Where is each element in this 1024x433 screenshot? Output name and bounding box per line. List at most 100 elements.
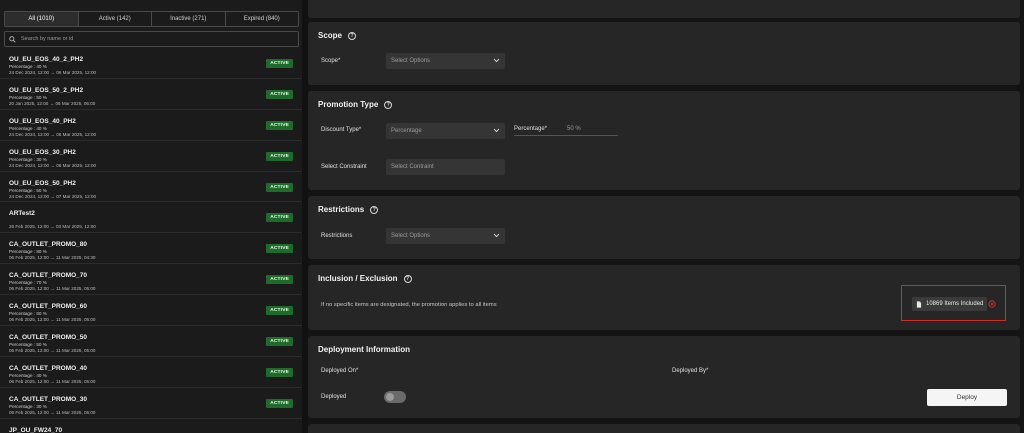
- help-icon[interactable]: ?: [403, 274, 412, 283]
- list-item[interactable]: CA_OUTLET_PROMO_60 Percentage : 60 % 06 Fe…: [0, 295, 302, 327]
- items-included-button[interactable]: 10869 Items Included: [912, 297, 988, 311]
- constraint-select-value: Select Contraint: [391, 164, 434, 170]
- help-icon[interactable]: ?: [370, 205, 379, 214]
- list-item[interactable]: JP_OU_FW24_70: [0, 419, 302, 433]
- list-item[interactable]: OU_EU_EOS_30_PH2 Percentage : 30 % 24 Dec …: [0, 141, 302, 172]
- promotion-dates: 20 Jan 2025, 12:00 → 06 Mar 2025, 06:00: [9, 100, 96, 106]
- deploy-button[interactable]: Deploy: [927, 389, 1007, 406]
- tab-active[interactable]: Active (142): [79, 12, 152, 26]
- search-input[interactable]: [21, 36, 281, 42]
- promotion-list: OU_EU_EOS_40_2_PH2 Percentage : 40 % 24 De…: [0, 48, 302, 433]
- promotions-screen: All (1010) Active (142) Inactive (271) E…: [0, 0, 1024, 433]
- restrictions-title-text: Restrictions: [318, 205, 365, 214]
- restrictions-select-value: Select Options: [391, 233, 431, 239]
- promotion-dates: 06 Feb 2025, 12:00 → 11 Mar 2025, 05:00: [9, 378, 96, 384]
- inclusion-title-text: Inclusion / Exclusion: [318, 274, 398, 283]
- status-badge: ACTIVE: [266, 275, 293, 285]
- deployed-toggle[interactable]: [384, 391, 406, 403]
- inclusion-note: If no specific items are designated, the…: [321, 302, 497, 308]
- list-item[interactable]: CA_OUTLET_PROMO_40 Percentage : 40 % 06 Fe…: [0, 357, 302, 388]
- promotion-dates: 06 Feb 2025, 12:00 → 11 Mar 2025, 05:00: [9, 286, 96, 292]
- promotion-detail: Percentage : 40 %: [9, 125, 47, 131]
- chevron-down-icon: [493, 233, 500, 238]
- scope-select[interactable]: Select Options: [386, 53, 505, 69]
- tab-all[interactable]: All (1010): [5, 12, 79, 26]
- constraint-label: Select Constraint: [321, 164, 367, 170]
- percentage-input[interactable]: 50 %: [514, 122, 618, 136]
- promotion-name: CA_OUTLET_PROMO_60: [9, 303, 88, 311]
- promotion-name: CA_OUTLET_PROMO_70: [9, 272, 88, 280]
- list-item[interactable]: CA_OUTLET_PROMO_70 Percentage : 70 % 06 Fe…: [0, 264, 302, 296]
- status-badge: ACTIVE: [266, 182, 293, 192]
- discount-type-value: Percentage: [391, 128, 422, 134]
- help-icon[interactable]: ?: [384, 100, 393, 109]
- discount-type-label: Discount Type*: [321, 127, 362, 133]
- constraint-select[interactable]: Select Contraint: [386, 159, 505, 175]
- promotion-dates: 24 Dec 2024, 12:00 → 06 Mar 2025, 12:00: [9, 131, 97, 137]
- promotion-name: CA_OUTLET_PROMO_40: [9, 364, 88, 372]
- status-badge: ACTIVE: [266, 244, 293, 254]
- promotion-name: CA_OUTLET_PROMO_50: [9, 334, 88, 342]
- scope-title-text: Scope: [318, 31, 343, 40]
- promotion-list-panel: All (1010) Active (142) Inactive (271) E…: [0, 0, 302, 433]
- status-badge: ACTIVE: [266, 89, 293, 99]
- list-item[interactable]: CA_OUTLET_PROMO_30 Percentage : 30 % 06 Fe…: [0, 388, 302, 419]
- status-badge: ACTIVE: [266, 213, 293, 223]
- status-badge: ACTIVE: [266, 59, 293, 68]
- promotion-detail: Percentage : 50 %: [9, 187, 47, 193]
- previous-section-card: [308, 0, 1020, 18]
- tab-expired[interactable]: Expired (840): [226, 12, 299, 26]
- promotion-type-title-text: Promotion Type: [318, 100, 379, 109]
- restrictions-select[interactable]: Select Options: [386, 228, 505, 244]
- status-badge: ACTIVE: [266, 151, 293, 161]
- scope-select-value: Select Options: [391, 58, 431, 64]
- document-icon: [916, 300, 922, 308]
- remove-icon[interactable]: [988, 300, 996, 308]
- list-item[interactable]: CA_OUTLET_PROMO_50 Percentage : 50 % 06 Fe…: [0, 326, 302, 357]
- scope-title: Scope ?: [318, 31, 357, 40]
- promotion-type-section: Promotion Type ? Discount Type* Percenta…: [308, 91, 1020, 190]
- status-badge: ACTIVE: [266, 306, 293, 316]
- list-item[interactable]: OU_EU_EOS_50_2_PH2 Percentage : 50 % 20 Ja…: [0, 79, 302, 110]
- promotion-name: OU_EU_EOS_50_PH2: [9, 179, 76, 187]
- help-icon[interactable]: ?: [348, 31, 357, 40]
- restrictions-label: Restrictions: [321, 233, 353, 239]
- chevron-down-icon: [493, 128, 500, 133]
- list-item[interactable]: CA_OUTLET_PROMO_80 Percentage : 80 % 06 Fe…: [0, 233, 302, 265]
- deployed-on-label: Deployed On*: [321, 368, 359, 374]
- scope-label: Scope*: [321, 58, 341, 64]
- list-item[interactable]: OU_EU_EOS_40_2_PH2 Percentage : 40 % 24 De…: [0, 48, 302, 79]
- promotion-detail: Percentage : 70 %: [9, 280, 47, 286]
- promotion-name: OU_EU_EOS_40_2_PH2: [9, 56, 84, 63]
- scope-section: Scope ? Scope* Select Options: [308, 22, 1020, 85]
- list-item[interactable]: ARTest2 26 Feb 2025, 12:00 → 03 Mar 2025,…: [0, 202, 302, 234]
- tab-inactive[interactable]: Inactive (271): [152, 12, 226, 26]
- next-section-card: [308, 424, 1020, 433]
- promotion-name: CA_OUTLET_PROMO_80: [9, 241, 88, 249]
- promotion-detail: Percentage : 40 %: [9, 64, 47, 69]
- search-icon: [9, 35, 16, 43]
- promotion-dates: 24 Dec 2024, 12:00 → 07 Mar 2025, 12:00: [9, 193, 97, 199]
- promotion-dates: 06 Feb 2025, 12:00 → 11 Mar 2025, 05:00: [9, 317, 96, 323]
- promotion-dates: 24 Dec 2024, 12:00 → 06 Mar 2025, 12:00: [9, 70, 97, 75]
- deployment-title: Deployment Information: [318, 345, 411, 354]
- promotion-name: JP_OU_FW24_70: [9, 426, 63, 433]
- chevron-down-icon: [493, 58, 500, 63]
- promotion-dates: 06 Feb 2025, 12:00 → 11 Mar 2025, 05:00: [9, 409, 96, 415]
- promotion-detail: Percentage : 30 %: [9, 156, 47, 162]
- promotion-detail: Percentage : 50 %: [9, 94, 47, 100]
- restrictions-title: Restrictions ?: [318, 205, 379, 214]
- promotion-dates: 06 Feb 2025, 12:00 → 11 Mar 2025, 05:00: [9, 348, 96, 354]
- inclusion-title: Inclusion / Exclusion ?: [318, 274, 412, 283]
- deployed-label: Deployed: [321, 394, 347, 400]
- promotion-name: OU_EU_EOS_30_PH2: [9, 148, 76, 156]
- list-item[interactable]: OU_EU_EOS_50_PH2 Percentage : 50 % 24 Dec …: [0, 172, 302, 203]
- promotion-detail-panel: Scope ? Scope* Select Options Promotion …: [308, 0, 1024, 433]
- filter-tabs: All (1010) Active (142) Inactive (271) E…: [4, 11, 299, 27]
- promotion-dates: 24 Dec 2024, 12:00 → 06 Mar 2025, 12:00: [9, 162, 97, 168]
- promotion-dates: 26 Feb 2025, 12:00 → 03 Mar 2025, 12:00: [9, 224, 96, 230]
- list-item[interactable]: OU_EU_EOS_40_PH2 Percentage : 40 % 24 Dec …: [0, 110, 302, 141]
- discount-type-select[interactable]: Percentage: [386, 123, 505, 139]
- promotion-detail: Percentage : 50 %: [9, 342, 47, 348]
- restrictions-section: Restrictions ? Restrictions Select Optio…: [308, 196, 1020, 259]
